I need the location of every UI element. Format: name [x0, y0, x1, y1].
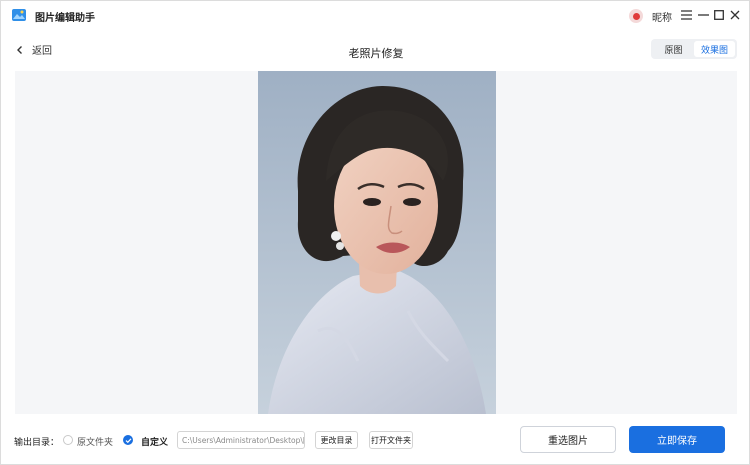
user-avatar-icon[interactable]: [629, 9, 643, 23]
close-icon[interactable]: [728, 8, 742, 22]
save-now-button[interactable]: 立即保存: [629, 426, 725, 453]
minimize-icon[interactable]: [696, 8, 710, 22]
app-window: 图片编辑助手 昵称 返回 老照片修复 原图 效果图 输出目录： 原文件夹 自定义…: [0, 0, 750, 465]
app-title: 图片编辑助手: [35, 13, 95, 24]
option-original-folder-label[interactable]: 原文件夹: [77, 435, 113, 448]
output-dir-label: 输出目录：: [14, 438, 60, 448]
check-icon: [125, 437, 131, 443]
page-title: 老照片修复: [348, 47, 404, 60]
title-bar: 图片编辑助手 昵称: [1, 1, 750, 31]
app-logo-icon: [11, 7, 27, 23]
open-folder-button[interactable]: 打开文件夹: [369, 431, 413, 449]
tab-result[interactable]: 效果图: [694, 41, 735, 57]
tab-original[interactable]: 原图: [653, 41, 694, 57]
option-custom-label[interactable]: 自定义: [141, 435, 168, 448]
maximize-icon[interactable]: [712, 8, 726, 22]
radio-original-folder[interactable]: [63, 435, 73, 445]
user-name[interactable]: 昵称: [652, 9, 672, 24]
view-toggle: 原图 效果图: [651, 39, 737, 59]
image-preview: [15, 71, 737, 414]
hamburger-menu-icon[interactable]: [679, 8, 693, 22]
restored-photo: [258, 71, 496, 414]
change-dir-button[interactable]: 更改目录: [315, 431, 358, 449]
reselect-image-button[interactable]: 重选图片: [520, 426, 616, 453]
output-path-field[interactable]: C:\Users\Administrator\Desktop\图: [177, 431, 305, 449]
radio-custom[interactable]: [123, 435, 133, 445]
